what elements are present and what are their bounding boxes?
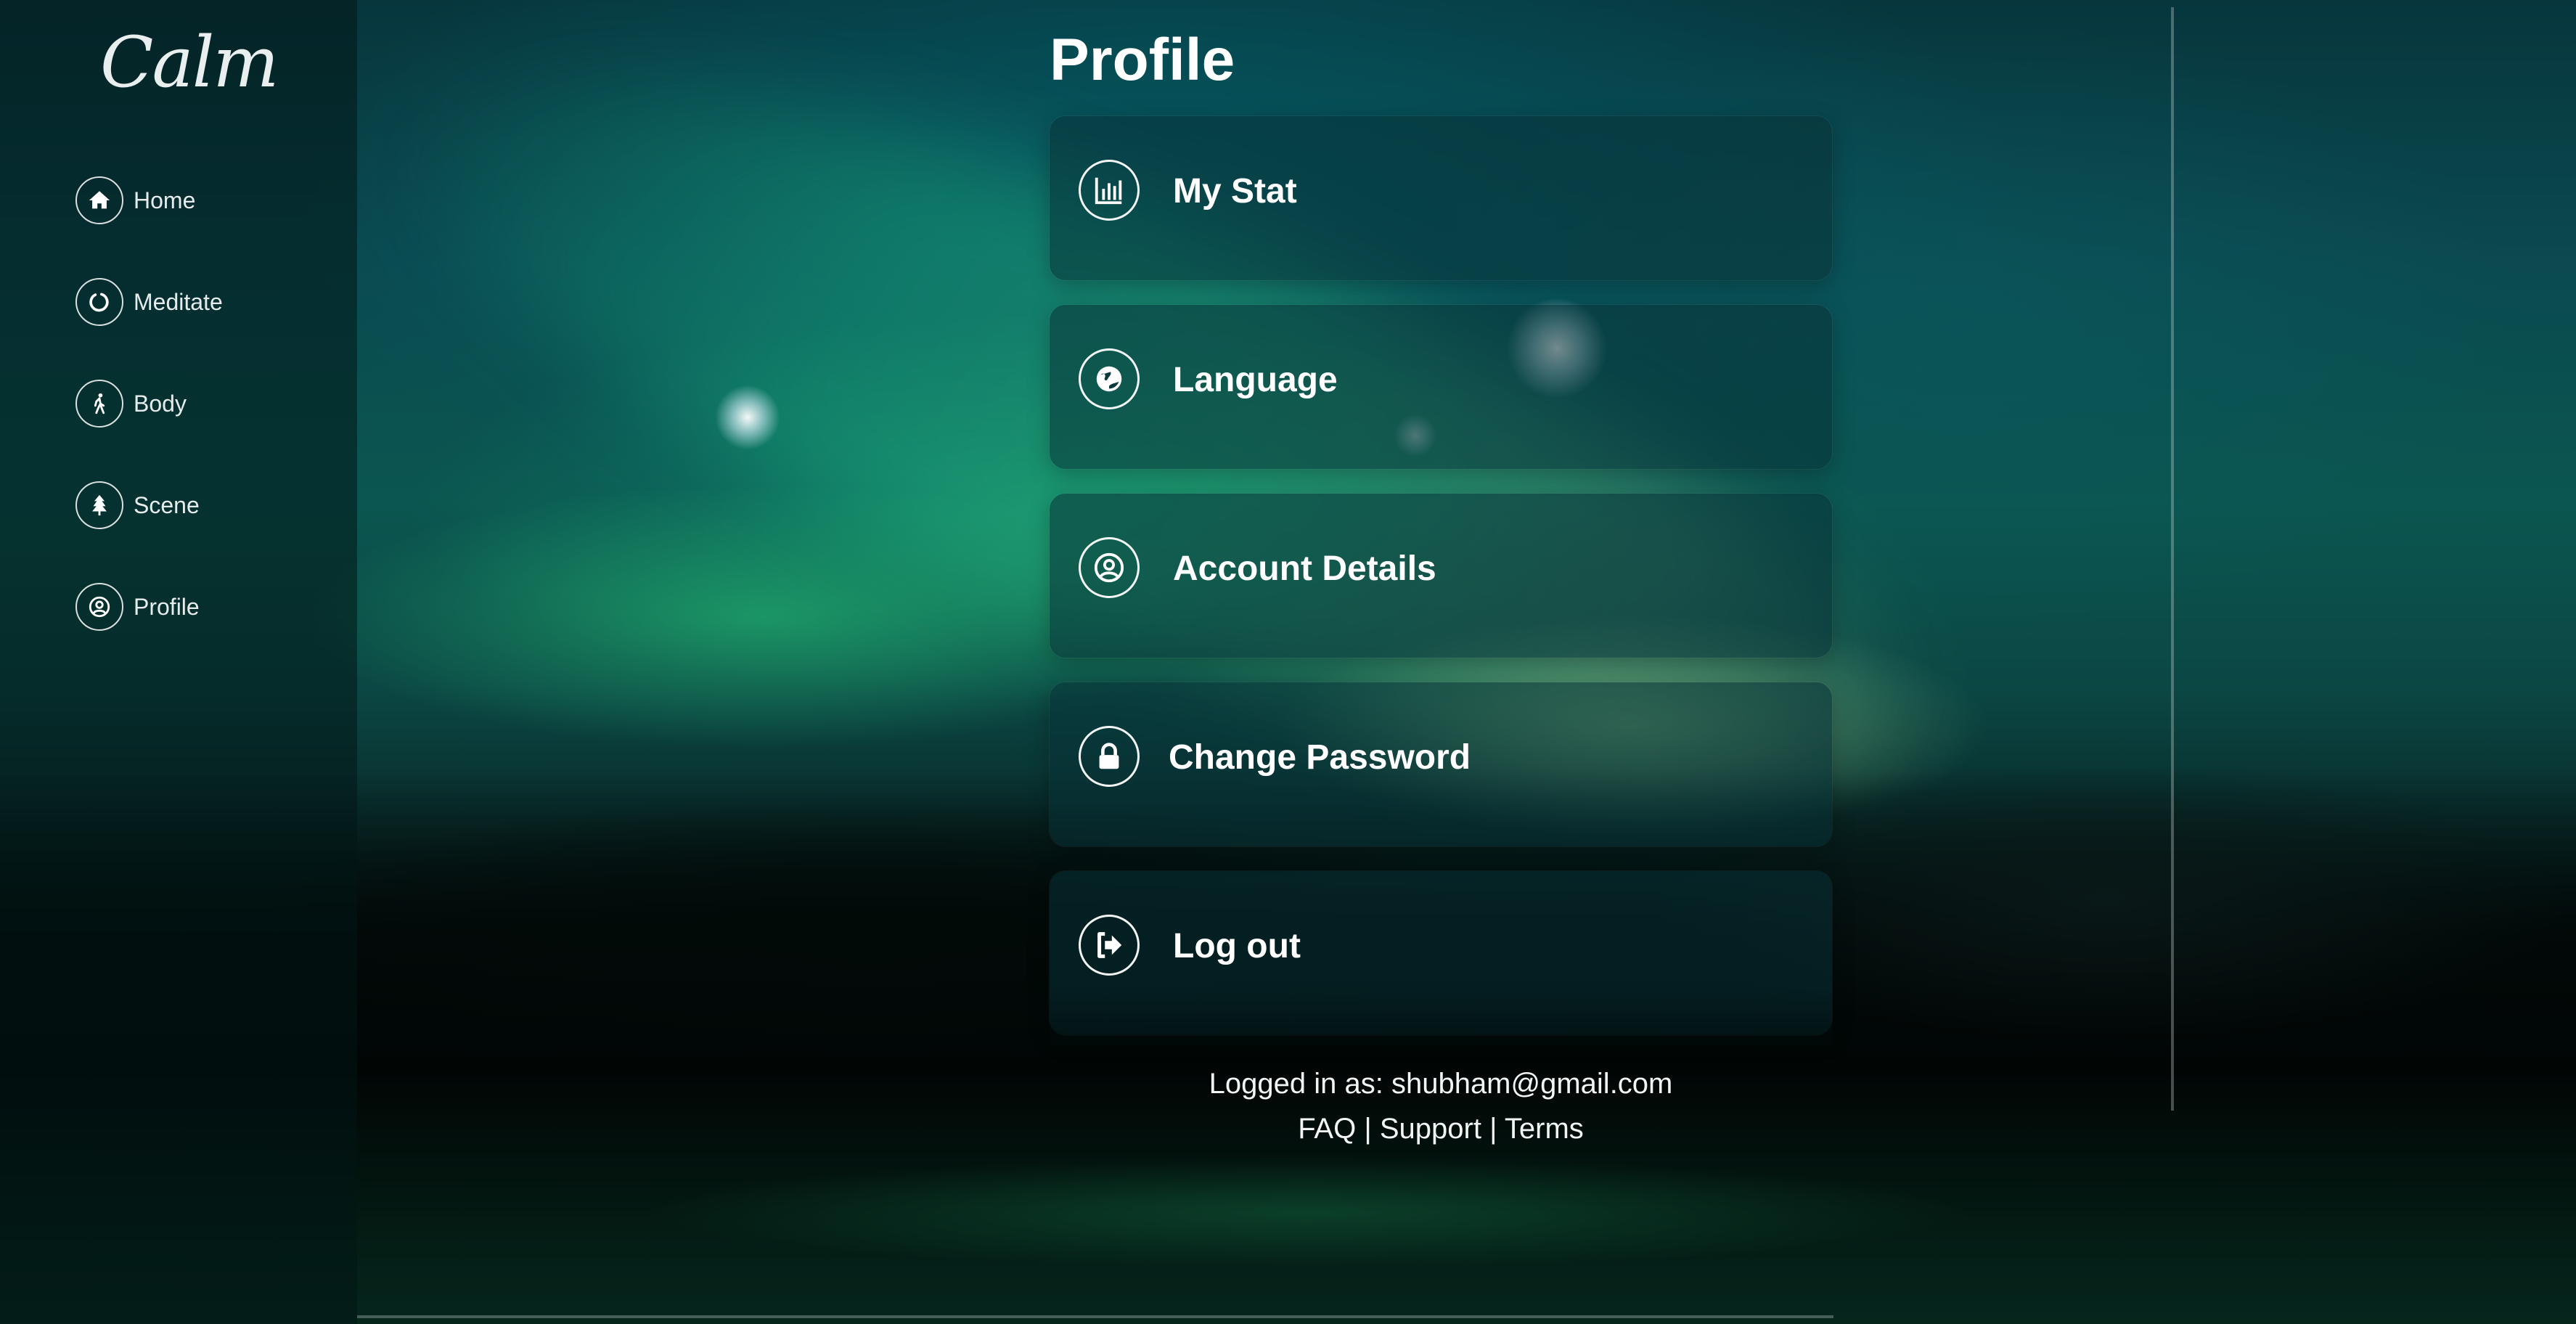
card-label: Language: [1173, 361, 1338, 399]
sidebar-item-profile[interactable]: Profile: [75, 581, 200, 633]
sidebar-item-label: Scene: [134, 491, 200, 518]
tree-icon: [75, 481, 123, 529]
sidebar-item-home[interactable]: Home: [75, 174, 195, 226]
sidebar-item-label: Body: [134, 390, 187, 417]
log-out-button[interactable]: Log out: [1050, 871, 1832, 1035]
card-label: Log out: [1173, 927, 1301, 965]
sidebar-item-label: Meditate: [134, 288, 223, 315]
horizontal-scrollbar[interactable]: [357, 1315, 1833, 1318]
right-divider: [2171, 7, 2174, 1111]
link-separator: |: [1364, 1113, 1372, 1145]
card-label: Account Details: [1173, 549, 1436, 588]
my-stat-button[interactable]: My Stat: [1050, 116, 1832, 280]
circle-icon: [75, 278, 123, 326]
calm-logo[interactable]: Calm: [100, 22, 279, 103]
logged-in-line: Logged in as: shubham@gmail.com: [1050, 1061, 1832, 1106]
user-circle-icon: [75, 583, 123, 631]
sidebar-item-scene[interactable]: Scene: [75, 479, 200, 531]
link-separator: |: [1489, 1113, 1497, 1145]
logout-icon: [1079, 915, 1140, 976]
card-label: Change Password: [1169, 738, 1471, 777]
footer: Logged in as: shubham@gmail.com FAQ | Su…: [1050, 1061, 1832, 1151]
change-password-button[interactable]: Change Password: [1050, 682, 1832, 846]
lake-reflection: [363, 1132, 2250, 1292]
sidebar-item-meditate[interactable]: Meditate: [75, 276, 223, 328]
sidebar-item-label: Home: [134, 187, 196, 213]
logged-in-prefix: Logged in as:: [1209, 1068, 1383, 1100]
account-details-button[interactable]: Account Details: [1050, 494, 1832, 658]
sidebar-item-body[interactable]: Body: [75, 377, 187, 430]
language-button[interactable]: Language: [1050, 305, 1832, 469]
walking-icon: [75, 380, 123, 428]
app-window: Calm Home Meditate Body Scene Profile Pr…: [0, 0, 2576, 1324]
lock-icon: [1079, 726, 1140, 787]
page-title: Profile: [1050, 27, 1235, 93]
globe-icon: [1079, 348, 1140, 409]
home-icon: [75, 176, 123, 224]
star: [715, 385, 780, 450]
sidebar: Calm Home Meditate Body Scene Profile: [0, 0, 357, 1324]
user-circle-icon: [1079, 537, 1140, 598]
sidebar-item-label: Profile: [134, 593, 200, 620]
faq-link[interactable]: FAQ: [1298, 1113, 1356, 1145]
card-label: My Stat: [1173, 172, 1297, 211]
support-link[interactable]: Support: [1380, 1113, 1481, 1145]
footer-links: FAQ | Support | Terms: [1050, 1106, 1832, 1151]
terms-link[interactable]: Terms: [1505, 1113, 1584, 1145]
user-email: shubham@gmail.com: [1391, 1068, 1673, 1100]
bar-chart-icon: [1079, 160, 1140, 221]
